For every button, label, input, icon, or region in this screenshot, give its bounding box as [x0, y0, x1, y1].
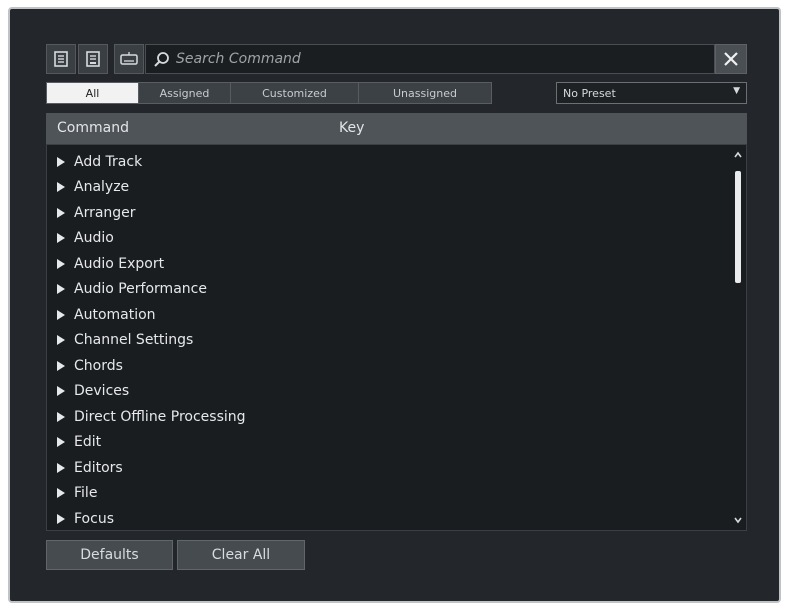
list-item[interactable]: Chords [47, 353, 732, 378]
expand-arrow-icon[interactable] [57, 513, 65, 524]
list-item-label: Chords [74, 357, 123, 374]
expand-arrow-icon[interactable] [57, 360, 65, 371]
list-item-label: Audio Export [74, 255, 165, 272]
clear-all-button[interactable]: Clear All [177, 540, 305, 570]
expand-arrow-icon[interactable] [57, 462, 65, 473]
list-item-label: Audio Performance [74, 280, 207, 297]
search-input[interactable] [176, 49, 696, 69]
list-item[interactable]: Focus [47, 506, 732, 530]
expand-arrow-icon[interactable] [57, 232, 65, 243]
list-item-label: Automation [74, 306, 156, 323]
defaults-button[interactable]: Defaults [46, 540, 173, 570]
scroll-down-icon[interactable] [733, 515, 743, 525]
expand-arrow-icon[interactable] [57, 283, 65, 294]
list-item[interactable]: Add Track [47, 149, 732, 174]
list-item-label: Channel Settings [74, 331, 194, 348]
list-item[interactable]: Audio Performance [47, 276, 732, 301]
list-item[interactable]: Automation [47, 302, 732, 327]
filter-tabs: All Assigned Customized Unassigned [46, 82, 492, 104]
list-item[interactable]: Devices [47, 378, 732, 403]
expand-arrow-icon[interactable] [57, 487, 65, 498]
list-item-label: File [74, 484, 98, 501]
search-icon [154, 52, 169, 67]
column-command: Command [57, 120, 129, 136]
import-button[interactable] [46, 44, 76, 74]
list-item-label: Arranger [74, 204, 136, 221]
list-item-label: Focus [74, 510, 114, 527]
list-item-label: Editors [74, 459, 123, 476]
command-list[interactable]: Add Track Analyze Arranger Audio Audio E… [46, 144, 747, 531]
keyboard-icon [120, 52, 138, 65]
tab-assigned[interactable]: Assigned [139, 83, 231, 103]
list-item[interactable]: Audio [47, 225, 732, 250]
search-field[interactable] [145, 44, 715, 74]
export-button[interactable] [78, 44, 108, 74]
list-item[interactable]: Edit [47, 429, 732, 454]
list-item-label: Direct Offline Processing [74, 408, 246, 425]
close-button[interactable] [715, 44, 747, 74]
list-item-label: Analyze [74, 178, 130, 195]
import-keycommands-icon [54, 51, 68, 67]
list-item[interactable]: Channel Settings [47, 327, 732, 352]
expand-arrow-icon[interactable] [57, 181, 65, 192]
expand-arrow-icon[interactable] [57, 334, 65, 345]
expand-arrow-icon[interactable] [57, 385, 65, 396]
list-item[interactable]: Audio Export [47, 251, 732, 276]
list-item-label: Audio [74, 229, 114, 246]
tab-all[interactable]: All [47, 83, 139, 103]
keyboard-button[interactable] [114, 44, 144, 74]
preset-value: No Preset [563, 87, 616, 100]
list-item-label: Add Track [74, 153, 143, 170]
dropdown-arrow-icon: ▼ [733, 86, 740, 96]
vertical-scrollbar[interactable] [730, 145, 746, 530]
list-item[interactable]: Analyze [47, 174, 732, 199]
list-header: Command Key [46, 113, 747, 144]
preset-dropdown[interactable]: No Preset ▼ [556, 82, 747, 104]
expand-arrow-icon[interactable] [57, 207, 65, 218]
list-item[interactable]: Direct Offline Processing [47, 404, 732, 429]
list-item-label: Edit [74, 433, 102, 450]
close-icon [724, 52, 738, 66]
expand-arrow-icon[interactable] [57, 258, 65, 269]
scrollbar-thumb[interactable] [735, 171, 741, 283]
tab-unassigned[interactable]: Unassigned [359, 83, 491, 103]
tab-customized[interactable]: Customized [231, 83, 359, 103]
list-item-label: Devices [74, 382, 130, 399]
list-item[interactable]: Editors [47, 455, 732, 480]
export-keycommands-icon [86, 51, 100, 67]
expand-arrow-icon[interactable] [57, 156, 65, 167]
scroll-up-icon[interactable] [733, 150, 743, 160]
expand-arrow-icon[interactable] [57, 436, 65, 447]
column-key: Key [339, 120, 365, 136]
list-item[interactable]: Arranger [47, 200, 732, 225]
expand-arrow-icon[interactable] [57, 411, 65, 422]
list-item[interactable]: File [47, 480, 732, 505]
expand-arrow-icon[interactable] [57, 309, 65, 320]
